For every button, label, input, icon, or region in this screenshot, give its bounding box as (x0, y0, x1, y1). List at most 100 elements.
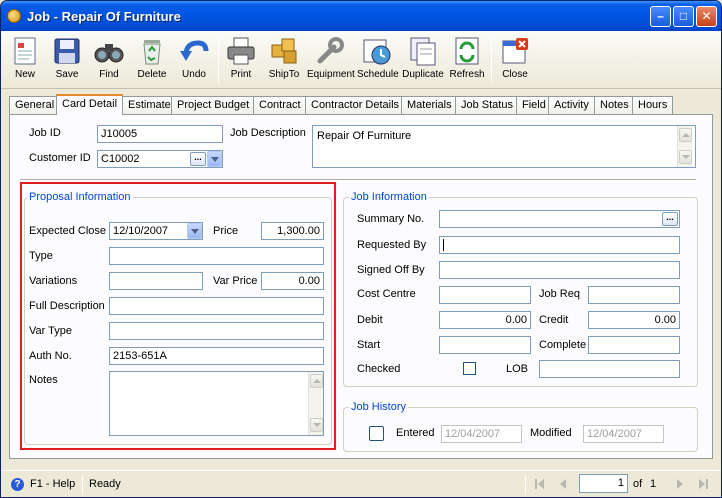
var-type-label: Var Type (29, 325, 73, 337)
save-button[interactable]: Save (49, 34, 85, 86)
customer-lookup-button[interactable]: ... (190, 152, 206, 166)
print-button[interactable]: Print (223, 34, 259, 86)
duplicate-button[interactable]: Duplicate (401, 34, 445, 86)
last-record-bar (706, 479, 708, 489)
notes-scrollbar[interactable] (308, 372, 323, 435)
start-field[interactable] (439, 336, 531, 354)
entered-date-field[interactable]: 12/04/2007 (441, 425, 522, 443)
previous-record-icon[interactable] (560, 479, 566, 489)
scroll-up-icon[interactable] (310, 374, 323, 388)
var-price-field[interactable]: 0.00 (261, 272, 324, 290)
scroll-down-icon[interactable] (310, 418, 323, 432)
tab-contract[interactable]: Contract (253, 96, 307, 114)
expected-close-dropdown-button[interactable] (187, 223, 202, 239)
refresh-button[interactable]: Refresh (449, 34, 485, 86)
find-button[interactable]: Find (91, 34, 127, 86)
var-type-field[interactable] (109, 322, 324, 340)
wrench-icon (314, 35, 346, 67)
tab-general[interactable]: General (9, 96, 61, 114)
customer-dropdown-button[interactable] (207, 151, 222, 167)
job-description-field[interactable]: Repair Of Furniture (312, 125, 696, 168)
modified-label: Modified (530, 427, 572, 439)
undo-arrow-icon (178, 35, 210, 67)
equipment-button[interactable]: Equipment (307, 34, 355, 86)
scroll-up-icon[interactable] (679, 128, 692, 142)
tab-activity[interactable]: Activity (548, 96, 595, 114)
summary-no-field[interactable] (439, 210, 680, 228)
tab-job-status[interactable]: Job Status (455, 96, 519, 114)
full-description-label: Full Description (29, 300, 105, 312)
tab-hours[interactable]: Hours (632, 96, 674, 114)
tab-materials[interactable]: Materials (401, 96, 458, 114)
new-button[interactable]: New (7, 34, 43, 86)
complete-field[interactable] (588, 336, 680, 354)
window-title: Job - Repair Of Furniture (27, 9, 181, 24)
last-record-icon[interactable] (699, 479, 705, 489)
job-description-label: Job Description (230, 127, 306, 139)
customer-id-value: C10002 (101, 153, 140, 165)
close-window-button[interactable]: ✕ (696, 6, 717, 27)
checked-checkbox[interactable] (463, 362, 476, 375)
debit-field[interactable]: 0.00 (439, 311, 531, 329)
shipto-label: ShipTo (268, 69, 300, 80)
variations-field[interactable] (109, 272, 203, 290)
shipto-boxes-icon (268, 35, 300, 67)
total-pages: 1 (650, 478, 657, 490)
notes-field[interactable] (109, 371, 324, 436)
help-status[interactable]: F1 - Help (30, 475, 75, 494)
page-number-field[interactable]: 1 (579, 474, 628, 493)
undo-button[interactable]: Undo (176, 34, 212, 86)
minimize-button[interactable]: – (650, 6, 671, 27)
price-field[interactable]: 1,300.00 (261, 222, 324, 240)
lob-label: LOB (506, 363, 529, 375)
full-description-field[interactable] (109, 297, 324, 315)
status-bar: ? F1 - Help Ready 1 of 1 (1, 470, 721, 497)
close-document-icon (499, 35, 531, 67)
complete-label: Complete (539, 339, 587, 351)
status-separator (82, 475, 83, 494)
title-bar[interactable]: Job - Repair Of Furniture – □ ✕ (1, 1, 721, 31)
tab-estimate[interactable]: Estimate (122, 96, 177, 114)
delete-button[interactable]: Delete (134, 34, 170, 86)
shipto-button[interactable]: ShipTo (265, 34, 303, 86)
requested-by-label: Requested By (357, 239, 427, 251)
schedule-button[interactable]: Schedule (357, 34, 399, 86)
credit-field[interactable]: 0.00 (588, 311, 680, 329)
modified-date-field[interactable]: 12/04/2007 (583, 425, 664, 443)
printer-icon (225, 35, 257, 67)
job-req-field[interactable] (588, 286, 680, 304)
entered-checkbox[interactable] (369, 426, 384, 441)
duplicate-label: Duplicate (402, 69, 444, 80)
signed-off-by-field[interactable] (439, 261, 680, 279)
first-record-icon[interactable] (538, 479, 544, 489)
summary-lookup-button[interactable]: ... (662, 212, 678, 226)
requested-by-field[interactable] (439, 236, 680, 254)
schedule-clock-icon (361, 35, 393, 67)
job-description-scrollbar[interactable] (677, 126, 692, 167)
status-separator (525, 475, 526, 494)
tab-contractor-details[interactable]: Contractor Details (305, 96, 406, 114)
notes-label: Notes (29, 374, 58, 386)
help-icon[interactable]: ? (11, 478, 24, 491)
entered-label: Entered (396, 427, 435, 439)
next-record-icon[interactable] (677, 479, 683, 489)
auth-no-field[interactable]: 2153-651A (109, 347, 324, 365)
tab-card-detail[interactable]: Card Detail (56, 94, 124, 115)
checked-label: Checked (357, 363, 401, 375)
tab-project-budget[interactable]: Project Budget (171, 96, 256, 114)
expected-close-label: Expected Close (29, 225, 107, 237)
maximize-button[interactable]: □ (673, 6, 694, 27)
tab-notes[interactable]: Notes (594, 96, 635, 114)
close-button[interactable]: Close (497, 34, 533, 86)
job-id-field[interactable]: J10005 (97, 125, 223, 143)
type-field[interactable] (109, 247, 324, 265)
lob-field[interactable] (539, 360, 680, 378)
tab-field[interactable]: Field (516, 96, 552, 114)
expected-close-value: 12/10/2007 (113, 225, 169, 237)
toolbar-separator (218, 37, 219, 83)
scroll-down-icon[interactable] (679, 150, 692, 164)
app-icon[interactable] (7, 9, 21, 23)
ready-status: Ready (89, 478, 121, 490)
duplicate-pages-icon (407, 35, 439, 67)
cost-centre-field[interactable] (439, 286, 531, 304)
